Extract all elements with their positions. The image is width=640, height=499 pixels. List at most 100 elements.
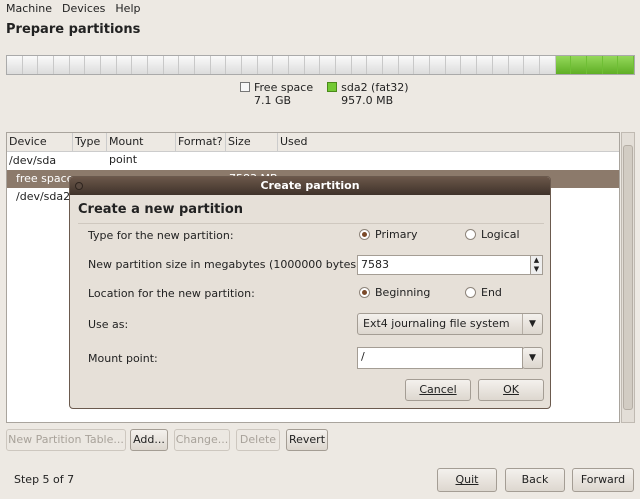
sda2-segment xyxy=(618,56,634,74)
free-segment xyxy=(22,56,39,74)
free-segment xyxy=(320,56,337,74)
free-segment xyxy=(430,56,446,74)
new-partition-table-button[interactable]: New Partition Table... xyxy=(6,429,126,451)
radio-label: Beginning xyxy=(375,286,431,299)
free-segment xyxy=(414,56,431,74)
menu-devices[interactable]: Devices xyxy=(62,0,105,18)
table-header: Device Type Mount point Format? Size Use… xyxy=(7,133,619,166)
free-segment xyxy=(148,56,164,74)
beginning-radio[interactable]: Beginning xyxy=(359,286,430,299)
legend-label: Free space xyxy=(254,81,314,94)
free-segment xyxy=(477,56,493,74)
page-title: Prepare partitions xyxy=(6,22,141,37)
mount-point-input[interactable]: / xyxy=(357,347,523,369)
free-segment xyxy=(132,56,149,74)
divider xyxy=(78,223,544,224)
sda2-segment xyxy=(571,56,587,74)
free-segment xyxy=(257,56,274,74)
mount-point-dropdown[interactable]: ▼ xyxy=(522,347,543,369)
delete-button[interactable]: Delete xyxy=(236,429,280,451)
table-row[interactable]: /dev/sda xyxy=(7,152,619,170)
menu-machine[interactable]: Machine xyxy=(6,0,52,18)
dialog-title: Create partition xyxy=(260,179,360,192)
free-segment xyxy=(508,56,525,74)
scroll-thumb[interactable] xyxy=(623,145,633,410)
free-segment xyxy=(461,56,478,74)
cancel-button[interactable]: Cancel xyxy=(405,379,471,401)
dialog-heading: Create a new partition xyxy=(78,202,244,217)
radio-label: End xyxy=(481,286,502,299)
legend-sda2: sda2 (fat32) 957.0 MB xyxy=(327,81,409,107)
free-segment xyxy=(85,56,102,74)
free-segment xyxy=(383,56,399,74)
free-segment xyxy=(116,56,133,74)
free-segment xyxy=(179,56,196,74)
radio-checked-icon xyxy=(359,229,370,240)
radio-label: Primary xyxy=(375,228,418,241)
partition-bar xyxy=(6,55,635,75)
use-as-dropdown[interactable]: Ext4 journaling file system ▼ xyxy=(357,313,543,335)
legend-size: 957.0 MB xyxy=(341,94,394,107)
free-segment xyxy=(242,56,258,74)
radio-label: Logical xyxy=(481,228,520,241)
legend-label: sda2 (fat32) xyxy=(341,81,409,94)
free-segment xyxy=(445,56,462,74)
free-segment xyxy=(273,56,290,74)
free-segment xyxy=(367,56,384,74)
free-segment xyxy=(398,56,415,74)
create-partition-dialog: Create partition Create a new partition … xyxy=(69,176,551,409)
use-as-value: Ext4 journaling file system xyxy=(363,317,510,330)
free-segment xyxy=(54,56,70,74)
free-segment xyxy=(351,56,368,74)
mount-label: Mount point: xyxy=(88,352,158,365)
col-size[interactable]: Size xyxy=(226,133,278,151)
radio-checked-icon xyxy=(359,287,370,298)
dialog-titlebar[interactable]: Create partition xyxy=(70,177,550,195)
sda2-swatch-icon xyxy=(327,82,338,92)
legend-size: 7.1 GB xyxy=(254,94,292,107)
free-segment xyxy=(226,56,243,74)
sda2-segment xyxy=(602,56,619,74)
free-segment xyxy=(7,56,23,74)
chevron-down-icon: ▼ xyxy=(522,314,542,334)
quit-button[interactable]: Quit xyxy=(437,468,497,492)
free-segment xyxy=(492,56,509,74)
add-button[interactable]: Add... xyxy=(130,429,168,451)
col-mount[interactable]: Mount point xyxy=(107,133,176,166)
primary-radio[interactable]: Primary xyxy=(359,228,418,241)
logical-radio[interactable]: Logical xyxy=(465,228,520,241)
free-segment xyxy=(101,56,117,74)
free-segment xyxy=(38,56,55,74)
close-icon[interactable] xyxy=(75,182,83,190)
free-segment xyxy=(539,56,556,74)
end-radio[interactable]: End xyxy=(465,286,502,299)
location-label: Location for the new partition: xyxy=(88,287,255,300)
back-button[interactable]: Back xyxy=(505,468,565,492)
cell-device: /dev/sda2 xyxy=(16,190,71,203)
table-scrollbar[interactable] xyxy=(621,132,635,423)
size-label: New partition size in megabytes (1000000… xyxy=(88,258,365,271)
legend-free: Free space 7.1 GB xyxy=(240,81,313,107)
col-format[interactable]: Format? xyxy=(176,133,226,151)
chevron-down-icon: ▼ xyxy=(529,353,536,363)
free-segment xyxy=(304,56,321,74)
cell-device: /dev/sda xyxy=(9,154,57,167)
use-as-label: Use as: xyxy=(88,318,129,331)
step-indicator: Step 5 of 7 xyxy=(14,473,75,486)
forward-button[interactable]: Forward xyxy=(572,468,634,492)
col-type[interactable]: Type xyxy=(73,133,107,151)
radio-unchecked-icon xyxy=(465,229,476,240)
free-segment xyxy=(163,56,180,74)
ok-button[interactable]: OK xyxy=(478,379,544,401)
size-spinbox[interactable]: 7583 xyxy=(357,255,531,275)
sda2-segment xyxy=(555,56,572,74)
radio-unchecked-icon xyxy=(465,287,476,298)
col-device[interactable]: Device xyxy=(7,133,73,151)
col-used[interactable]: Used xyxy=(278,133,619,151)
free-segment xyxy=(524,56,540,74)
partition-legend: Free space 7.1 GB sda2 (fat32) 957.0 MB xyxy=(240,81,409,107)
menu-help[interactable]: Help xyxy=(115,0,140,18)
change-button[interactable]: Change... xyxy=(174,429,230,451)
revert-button[interactable]: Revert xyxy=(286,429,328,451)
size-spin-buttons[interactable]: ▲ ▼ xyxy=(530,255,543,275)
